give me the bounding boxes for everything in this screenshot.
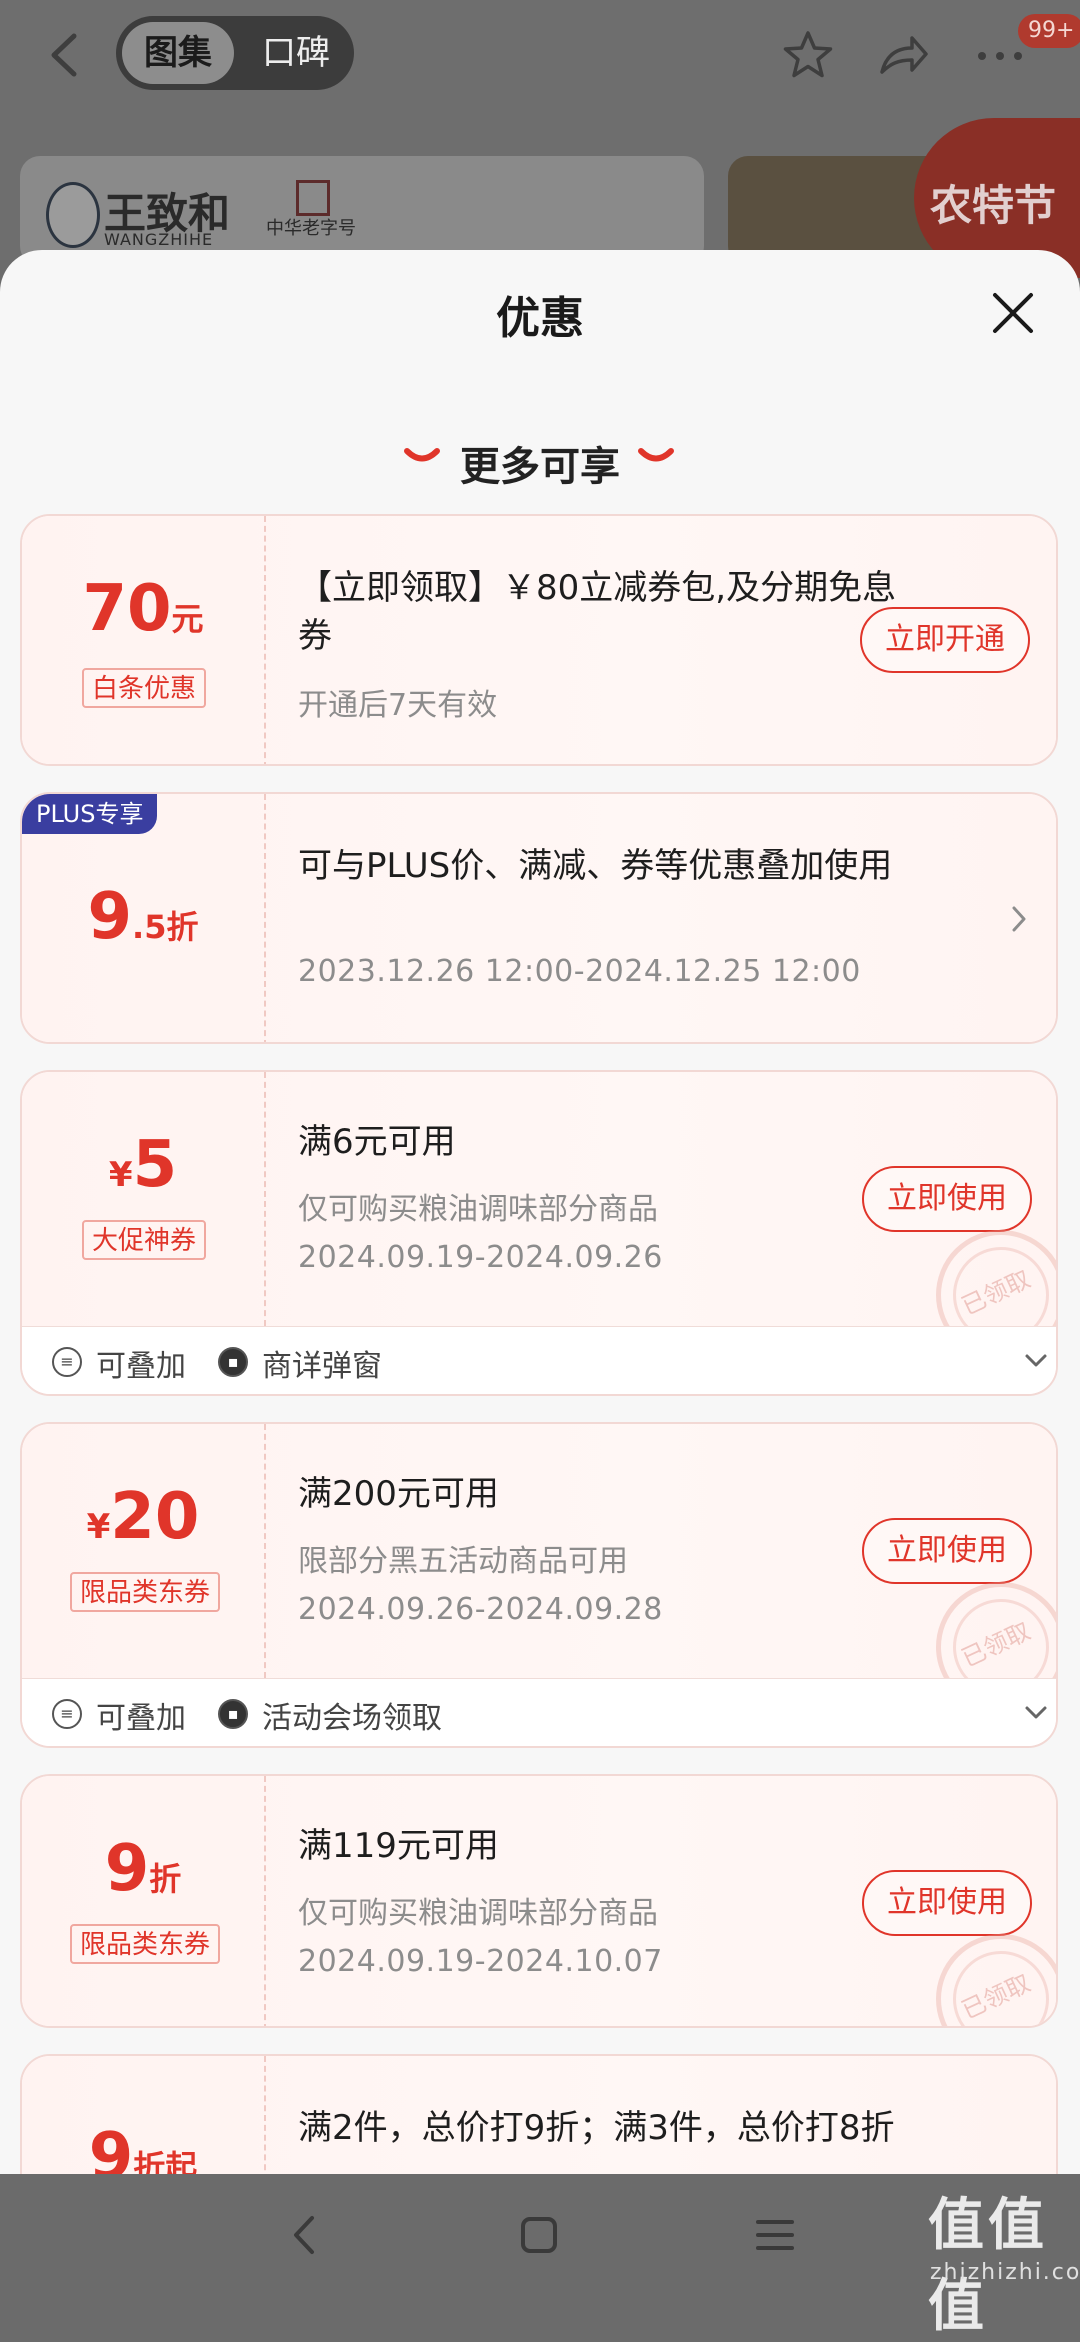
nav-home-icon[interactable]: [514, 2210, 564, 2260]
tab-gallery[interactable]: 图集: [122, 22, 234, 84]
coupon-amount: 9.5折: [87, 880, 199, 954]
coupon-amount: 9折起: [88, 2120, 198, 2174]
coupon-tag: 限品类东券: [70, 1924, 221, 1964]
nav-back-icon[interactable]: [280, 2210, 330, 2260]
stackable-icon: ≡: [52, 1347, 82, 1377]
brand-name-en: WANGZHIHE: [104, 230, 214, 249]
coupon-date: 2023.12.26 12:00-2024.12.25 12:00: [298, 954, 861, 989]
brand-logo: [46, 182, 100, 248]
use-now-button[interactable]: 立即使用: [862, 1518, 1032, 1584]
coupon-validity: 开通后7天有效: [298, 688, 498, 723]
coupon-scope: 仅可购买粮油调味部分商品: [298, 1896, 658, 1931]
back-icon[interactable]: [44, 30, 84, 80]
coupon-title: 【立即领取】￥80立减券包,及分期免息券: [298, 568, 897, 656]
coupon-sheet: 优惠 更多可享 70元 白条优惠 【立即领取】￥80立减券包,及分期免息券 开通…: [0, 250, 1080, 2174]
coupon-date: 2024.09.19-2024.10.07: [298, 1944, 663, 1979]
chevron-right-icon[interactable]: [1010, 904, 1028, 934]
chevron-down-icon[interactable]: [1024, 1705, 1048, 1721]
coupon-tag: 大促神券: [82, 1220, 207, 1260]
coupon-title: 满119元可用: [298, 1826, 499, 1866]
section-title: 更多可享: [460, 444, 620, 490]
sheet-title: 优惠: [496, 293, 584, 344]
coupon-card[interactable]: 9折起 满2件，总价打9折；满3件，总价打8折: [20, 2054, 1058, 2174]
coupon-footer[interactable]: ≡ 可叠加 ▪ 活动会场领取: [22, 1678, 1056, 1746]
coupon-amount: 70元: [82, 572, 204, 646]
activate-button[interactable]: 立即开通: [860, 607, 1030, 673]
plus-exclusive-badge: PLUS专享: [22, 794, 158, 834]
coupon-title: 满200元可用: [298, 1474, 499, 1514]
star-icon[interactable]: [780, 28, 836, 84]
coupon-date: 2024.09.26-2024.09.28: [298, 1592, 663, 1627]
coupon-card[interactable]: ¥20 限品类东券 满200元可用 限部分黑五活动商品可用 2024.09.26…: [20, 1422, 1058, 1748]
coupon-tag: 限品类东券: [70, 1572, 221, 1612]
source-icon: ▪: [218, 1699, 248, 1729]
use-now-button[interactable]: 立即使用: [862, 1870, 1032, 1936]
share-icon[interactable]: [874, 28, 930, 84]
stackable-label: 可叠加: [96, 1349, 186, 1384]
heritage-icon: [296, 180, 330, 216]
coupon-footer[interactable]: ≡ 可叠加 ▪ 商详弹窗: [22, 1326, 1056, 1394]
coupon-card[interactable]: PLUS专享 9.5折 可与PLUS价、满减、券等优惠叠加使用 2023.12.…: [20, 792, 1058, 1044]
coupon-title: 可与PLUS价、满减、券等优惠叠加使用: [298, 846, 893, 886]
close-icon[interactable]: [990, 290, 1036, 336]
watermark-url: zhizhizhi.com: [930, 2260, 1080, 2285]
source-icon: ▪: [218, 1347, 248, 1377]
system-nav-bar: [0, 2174, 1080, 2297]
coupon-scope: 仅可购买粮油调味部分商品: [298, 1192, 658, 1227]
stackable-icon: ≡: [52, 1699, 82, 1729]
smile-decoration-right: [638, 448, 674, 462]
coupon-amount: ¥20: [86, 1480, 200, 1554]
coupon-amount: 9折: [104, 1832, 182, 1906]
brand-tag: 中华老字号: [266, 218, 356, 239]
coupon-title: 满6元可用: [298, 1122, 456, 1162]
coupon-card[interactable]: 70元 白条优惠 【立即领取】￥80立减券包,及分期免息券 开通后7天有效 立即…: [20, 514, 1058, 766]
coupon-card[interactable]: ¥5 大促神券 满6元可用 仅可购买粮油调味部分商品 2024.09.19-20…: [20, 1070, 1058, 1396]
source-label: 商详弹窗: [262, 1349, 382, 1384]
use-now-button[interactable]: 立即使用: [862, 1166, 1032, 1232]
coupon-card[interactable]: 9折 限品类东券 满119元可用 仅可购买粮油调味部分商品 2024.09.19…: [20, 1774, 1058, 2028]
coupon-tag: 白条优惠: [82, 668, 207, 708]
source-label: 活动会场领取: [262, 1701, 442, 1736]
stackable-label: 可叠加: [96, 1701, 186, 1736]
tab-reviews[interactable]: 口碑: [246, 22, 346, 84]
nav-menu-icon[interactable]: [750, 2210, 800, 2260]
message-count-badge: 99+: [1018, 14, 1080, 48]
coupon-title: 满2件，总价打9折；满3件，总价打8折: [298, 2108, 895, 2148]
coupon-date: 2024.09.19-2024.09.26: [298, 1240, 663, 1275]
chevron-down-icon[interactable]: [1024, 1353, 1048, 1369]
coupon-scope: 限部分黑五活动商品可用: [298, 1544, 628, 1579]
coupon-amount: ¥5: [108, 1128, 178, 1202]
promo-label: 农特节: [930, 181, 1057, 230]
